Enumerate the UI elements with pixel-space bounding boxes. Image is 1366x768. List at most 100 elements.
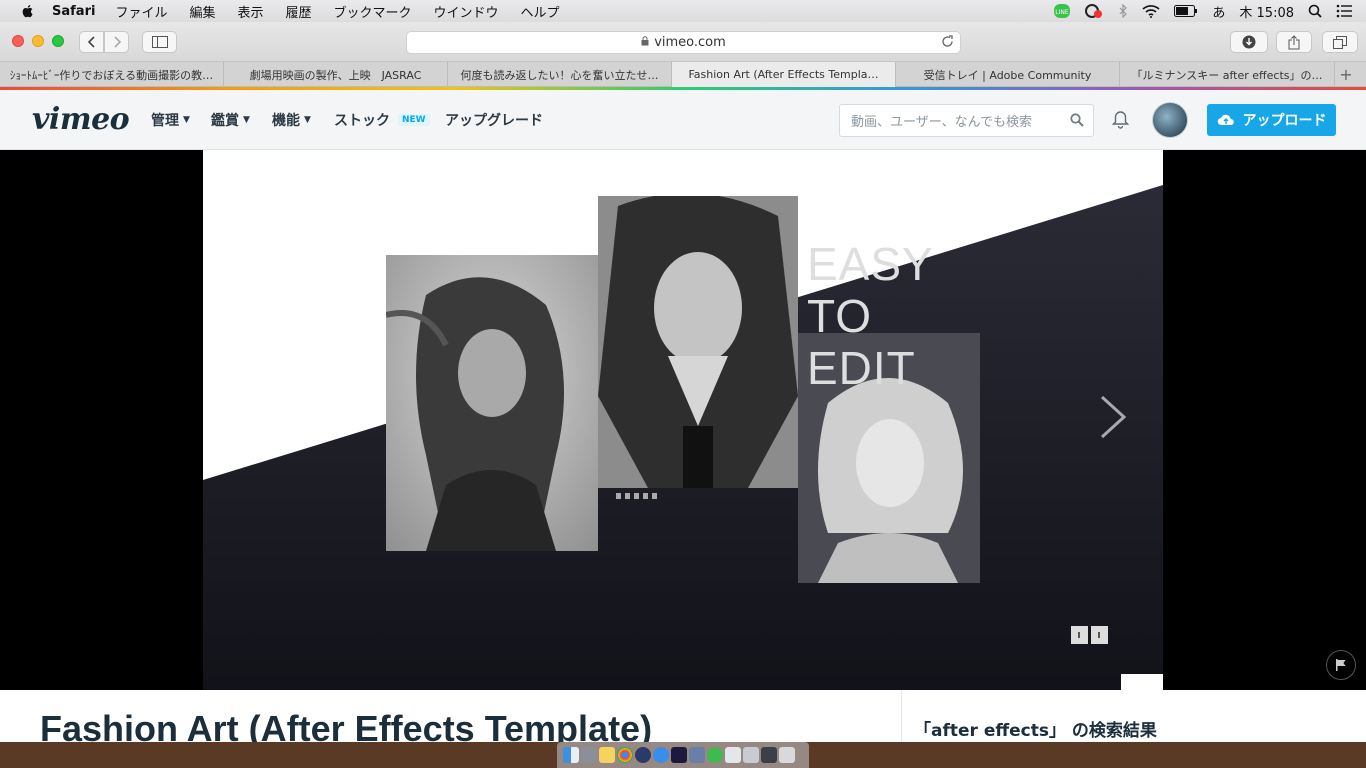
menu-edit[interactable]: 編集 [189,2,215,21]
new-tab-button[interactable]: + [1335,62,1357,86]
model-photo-left [386,255,598,551]
bluetooth-icon[interactable] [1118,4,1128,18]
chrome-icon[interactable] [617,747,633,763]
video-corner-graphic [1121,674,1163,690]
trash-icon[interactable] [779,747,795,763]
tab-luminance-key[interactable]: 「ルミナンスキー after effects」の… [1120,62,1335,87]
chevron-right-icon [113,36,121,48]
close-window-button[interactable] [12,35,24,47]
minimize-window-button[interactable] [32,35,44,47]
preview-icon[interactable] [725,747,741,763]
menu-bookmarks[interactable]: ブックマーク [334,2,412,21]
tab-fashion-art[interactable]: Fashion Art (After Effects Templa… [672,62,896,87]
nav-features-label: 機能 [272,113,300,129]
menu-view[interactable]: 表示 [237,2,263,21]
tab-label: Fashion Art (After Effects Templa… [688,68,879,81]
video-overlay-text: EASY TO EDIT [807,238,934,394]
upload-button[interactable]: アップロード [1207,104,1336,136]
show-tabs-button[interactable] [1322,31,1358,53]
sidebar-toggle-button[interactable] [142,31,177,53]
menu-history[interactable]: 履歴 [285,2,311,21]
battery-icon[interactable] [1174,5,1198,17]
flag-icon [1336,659,1346,671]
overlay-line-2: TO [807,290,873,342]
nav-manage[interactable]: 管理 ▼ [151,110,190,130]
compressor-icon[interactable] [635,747,651,763]
finder-icon[interactable] [563,747,579,763]
pause-indicator-icon [1071,626,1108,644]
line-app-icon[interactable] [707,747,723,763]
launchpad-icon[interactable] [581,747,597,763]
back-button[interactable] [79,31,104,53]
nav-manage-label: 管理 [151,113,179,129]
nav-features[interactable]: 機能 ▼ [272,110,311,130]
menubar-clock[interactable]: 木 15:08 [1239,2,1294,21]
search-results-heading: 「after effects」 の検索結果 [914,721,1157,741]
nav-upgrade-label: アップグレード [445,113,543,129]
cloud-upload-icon [1217,114,1234,126]
nav-watch-label: 鑑賞 [211,113,239,129]
safari-icon[interactable] [653,747,669,763]
search-placeholder: 動画、ユーザー、なんでも検索 [851,115,1032,130]
video-frame[interactable]: EASY TO EDIT [203,150,1163,690]
nav-upgrade[interactable]: アップグレード [445,110,543,130]
svg-text:LINE: LINE [1056,9,1070,16]
browser-window: vimeo.com ｼｮｰﾄﾑｰﾋﾞｰ作りでおぼえる動画撮影の教… 劇場用映画の… [0,22,1366,742]
address-bar[interactable]: vimeo.com [406,31,961,54]
tabs-overview-icon [1333,35,1347,49]
upload-label: アップロード [1242,113,1327,129]
terminal-icon[interactable] [761,747,777,763]
photos-app-icon[interactable] [689,747,705,763]
search-icon[interactable] [1070,113,1084,131]
tab-jasrac[interactable]: 劇場用映画の製作、上映 JASRAC [224,62,448,87]
menu-help[interactable]: ヘルプ [521,2,560,21]
nav-stock-label: ストック [334,113,390,129]
tab-label: 何度も読み返したい！心を奮い立たせ… [460,68,659,82]
chevron-down-icon: ▼ [243,115,250,125]
notification-center-icon[interactable] [1336,4,1352,18]
zoom-window-button[interactable] [52,35,64,47]
nav-stock[interactable]: ストック NEW [334,110,430,130]
nav-watch[interactable]: 鑑賞 ▼ [211,110,250,130]
forward-button[interactable] [104,31,129,53]
download-icon [1242,35,1256,49]
search-input[interactable]: 動画、ユーザー、なんでも検索 [839,104,1094,137]
vimeo-logo[interactable]: vimeo [32,102,130,137]
menu-bar: Safari ファイル 編集 表示 履歴 ブックマーク ウインドウ ヘルプ LI… [0,0,1366,22]
sidebar-icon [151,36,168,48]
wifi-icon[interactable] [1142,4,1160,18]
lock-icon [641,36,649,49]
line-status-icon[interactable]: LINE [1054,3,1071,19]
browser-toolbar: vimeo.com [0,22,1366,62]
chevron-down-icon: ▼ [304,115,311,125]
app-menu-safari[interactable]: Safari [52,4,95,19]
tab-label: 「ルミナンスキー after effects」の… [1131,68,1323,82]
keyboard-viewer-icon[interactable] [743,747,759,763]
next-video-arrow-icon[interactable] [1098,395,1128,443]
tab-adobe-community[interactable]: 受信トレイ | Adobe Community [896,62,1120,87]
notes-icon[interactable] [599,747,615,763]
tab-inspiration[interactable]: 何度も読み返したい！心を奮い立たせ… [448,62,672,87]
user-avatar[interactable] [1152,102,1188,138]
video-player[interactable]: EASY TO EDIT [0,150,1366,690]
menu-file[interactable]: ファイル [115,2,167,21]
share-icon [1288,34,1300,49]
downloads-button[interactable] [1230,31,1268,53]
overlay-line-1: EASY [807,238,934,290]
video-details: Fashion Art (After Effects Template) 「af… [0,690,1366,742]
report-flag-button[interactable] [1326,650,1356,680]
creative-cloud-icon[interactable] [1084,3,1104,19]
decorative-dots [616,493,657,499]
menu-window[interactable]: ウインドウ [434,2,499,21]
tab-label: 受信トレイ | Adobe Community [923,68,1092,82]
spotlight-icon[interactable] [1308,4,1322,18]
share-button[interactable] [1276,31,1312,53]
tab-short-movie[interactable]: ｼｮｰﾄﾑｰﾋﾞｰ作りでおぼえる動画撮影の教… [0,62,224,87]
video-title: Fashion Art (After Effects Template) [40,708,653,742]
reload-icon[interactable] [941,35,954,52]
notifications-bell-icon[interactable] [1111,110,1130,133]
input-mode-indicator[interactable]: あ [1212,2,1225,21]
new-badge: NEW [398,114,430,126]
after-effects-icon[interactable] [671,747,687,763]
apple-menu-icon[interactable] [20,3,36,19]
